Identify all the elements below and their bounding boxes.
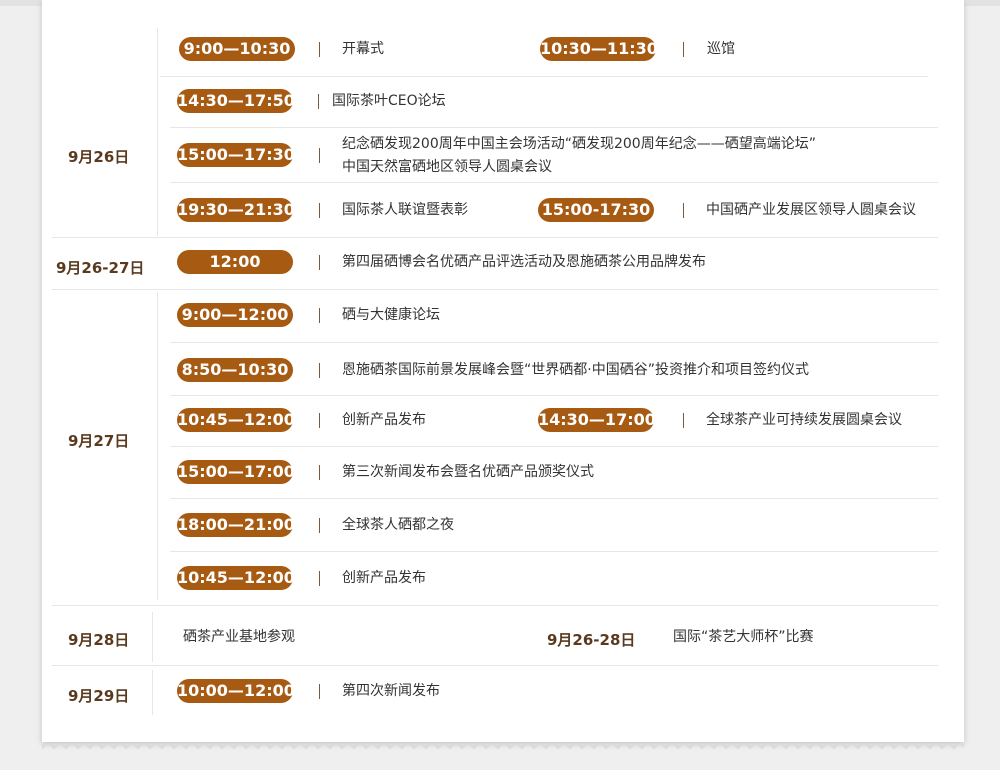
date-label: 9月29日 bbox=[68, 687, 130, 705]
time-pill: 12:00 bbox=[177, 250, 293, 274]
date-label: 9月26日 bbox=[68, 148, 130, 166]
separator bbox=[319, 148, 320, 163]
row-divider bbox=[160, 76, 928, 77]
event-text: 第三次新闻发布会暨名优硒产品颁奖仪式 bbox=[342, 464, 594, 480]
time-pill: 15:00—17:30 bbox=[177, 143, 295, 167]
separator bbox=[683, 203, 684, 218]
time-pill: 10:30—11:30 bbox=[540, 37, 658, 61]
time-pill: 9:00—12:00 bbox=[177, 303, 293, 327]
separator bbox=[319, 413, 320, 428]
row-divider bbox=[170, 127, 938, 128]
zigzag-edge bbox=[42, 736, 964, 756]
separator bbox=[319, 308, 320, 323]
row-divider bbox=[170, 182, 938, 183]
time-pill: 14:30—17:50 bbox=[177, 89, 295, 113]
row-divider bbox=[170, 551, 938, 552]
row-divider bbox=[52, 665, 938, 666]
column-divider bbox=[152, 612, 153, 662]
event-text: 硒茶产业基地参观 bbox=[183, 629, 295, 645]
event-text: 国际茶叶CEO论坛 bbox=[332, 93, 446, 109]
event-text: 恩施硒茶国际前景发展峰会暨“世界硒都·中国硒谷”投资推介和项目签约仪式 bbox=[342, 362, 809, 378]
event-text: 开幕式 bbox=[342, 41, 384, 57]
event-text: 中国天然富硒地区领导人圆桌会议 bbox=[342, 159, 552, 175]
event-text: 全球茶产业可持续发展圆桌会议 bbox=[706, 412, 902, 428]
time-pill: 15:00-17:30 bbox=[538, 198, 654, 222]
event-text: 中国硒产业发展区领导人圆桌会议 bbox=[706, 202, 916, 218]
event-text: 创新产品发布 bbox=[342, 570, 426, 586]
time-pill: 18:00—21:00 bbox=[177, 513, 295, 537]
event-text: 硒与大健康论坛 bbox=[342, 307, 440, 323]
row-divider bbox=[52, 237, 938, 238]
separator bbox=[319, 363, 320, 378]
separator bbox=[319, 203, 320, 218]
event-text: 巡馆 bbox=[707, 41, 735, 57]
row-divider bbox=[170, 395, 938, 396]
row-divider bbox=[52, 605, 938, 606]
date-label: 9月27日 bbox=[68, 432, 130, 450]
event-text: 国际茶人联谊暨表彰 bbox=[342, 202, 468, 218]
event-text: 全球茶人硒都之夜 bbox=[342, 517, 454, 533]
separator bbox=[319, 255, 320, 270]
separator bbox=[319, 684, 320, 699]
separator bbox=[319, 571, 320, 586]
separator bbox=[318, 94, 319, 109]
column-divider bbox=[157, 28, 158, 236]
event-text: 创新产品发布 bbox=[342, 412, 426, 428]
date-label: 9月28日 bbox=[68, 631, 130, 649]
time-pill: 14:30—17:00 bbox=[538, 408, 656, 432]
separator bbox=[683, 413, 684, 428]
row-divider bbox=[170, 498, 938, 499]
event-text: 第四届硒博会名优硒产品评选活动及恩施硒茶公用品牌发布 bbox=[342, 254, 706, 270]
time-pill: 10:45—12:00 bbox=[177, 566, 295, 590]
separator bbox=[319, 42, 320, 57]
separator bbox=[319, 518, 320, 533]
time-pill: 10:00—12:00 bbox=[177, 679, 295, 703]
time-pill: 10:45—12:00 bbox=[177, 408, 295, 432]
row-divider bbox=[170, 342, 938, 343]
row-divider bbox=[52, 289, 938, 290]
date-label: 9月26-28日 bbox=[547, 631, 636, 649]
event-text: 国际“茶艺大师杯”比赛 bbox=[673, 629, 814, 645]
time-pill: 8:50—10:30 bbox=[177, 358, 293, 382]
column-divider bbox=[157, 292, 158, 600]
separator bbox=[319, 465, 320, 480]
column-divider bbox=[152, 670, 153, 715]
row-divider bbox=[170, 446, 938, 447]
separator bbox=[683, 42, 684, 57]
time-pill: 15:00—17:00 bbox=[177, 460, 295, 484]
event-text: 第四次新闻发布 bbox=[342, 683, 440, 699]
event-text: 纪念硒发现200周年中国主会场活动“硒发现200周年纪念——硒望高端论坛” bbox=[342, 136, 816, 152]
time-pill: 19:30—21:30 bbox=[177, 198, 295, 222]
time-pill: 9:00—10:30 bbox=[179, 37, 295, 61]
date-label: 9月26-27日 bbox=[56, 259, 145, 277]
